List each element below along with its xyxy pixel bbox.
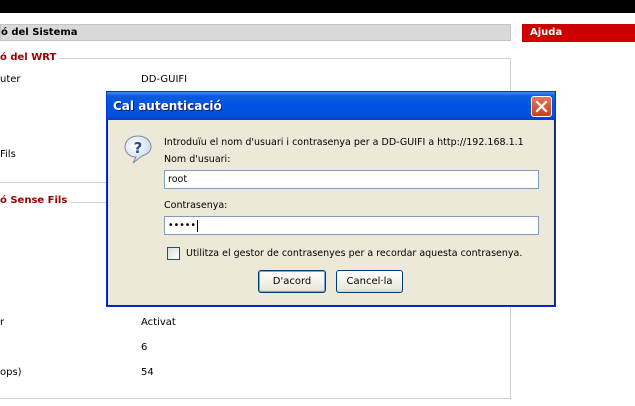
auth-dialog: Cal autenticació ? Introduïu el nom d'us… bbox=[106, 91, 556, 307]
wrt-legend: ó del WRT bbox=[0, 52, 60, 63]
status-label: r bbox=[0, 317, 5, 328]
wireless-legend: ó Sense Fils bbox=[0, 195, 71, 206]
svg-text:?: ? bbox=[134, 139, 143, 157]
router-name-label: uter bbox=[0, 74, 21, 85]
username-value: root bbox=[168, 174, 188, 185]
close-icon bbox=[535, 100, 548, 113]
router-name-value: DD-GUIFI bbox=[141, 74, 188, 85]
username-label: Nom d'usuari: bbox=[164, 154, 231, 165]
username-field[interactable]: root bbox=[164, 170, 539, 189]
question-icon: ? bbox=[124, 135, 152, 164]
top-bar bbox=[0, 0, 635, 13]
wireless-label: Fils bbox=[0, 149, 16, 160]
dialog-title: Cal autenticació bbox=[113, 99, 222, 113]
status-value: Activat bbox=[141, 317, 176, 328]
dialog-titlebar[interactable]: Cal autenticació bbox=[107, 92, 555, 120]
password-field[interactable]: ••••• bbox=[164, 216, 539, 235]
rate-value: 54 bbox=[141, 367, 154, 378]
help-header: Ajuda bbox=[522, 24, 635, 42]
text-caret bbox=[197, 219, 199, 232]
close-button[interactable] bbox=[531, 96, 552, 117]
remember-password-checkbox[interactable] bbox=[167, 247, 180, 260]
rate-label: ops) bbox=[0, 367, 22, 378]
section-header: ó del Sistema bbox=[0, 24, 511, 41]
channel-value: 6 bbox=[141, 342, 148, 353]
cancel-button[interactable]: Cancel·la bbox=[336, 270, 403, 293]
remember-password-label[interactable]: Utilitza el gestor de contrasenyes per a… bbox=[186, 248, 522, 259]
auth-prompt: Introduïu el nom d'usuari i contrasenya … bbox=[164, 137, 524, 148]
password-value: ••••• bbox=[168, 220, 197, 231]
password-label: Contrasenya: bbox=[164, 200, 228, 211]
ok-button[interactable]: D'acord bbox=[258, 270, 326, 293]
